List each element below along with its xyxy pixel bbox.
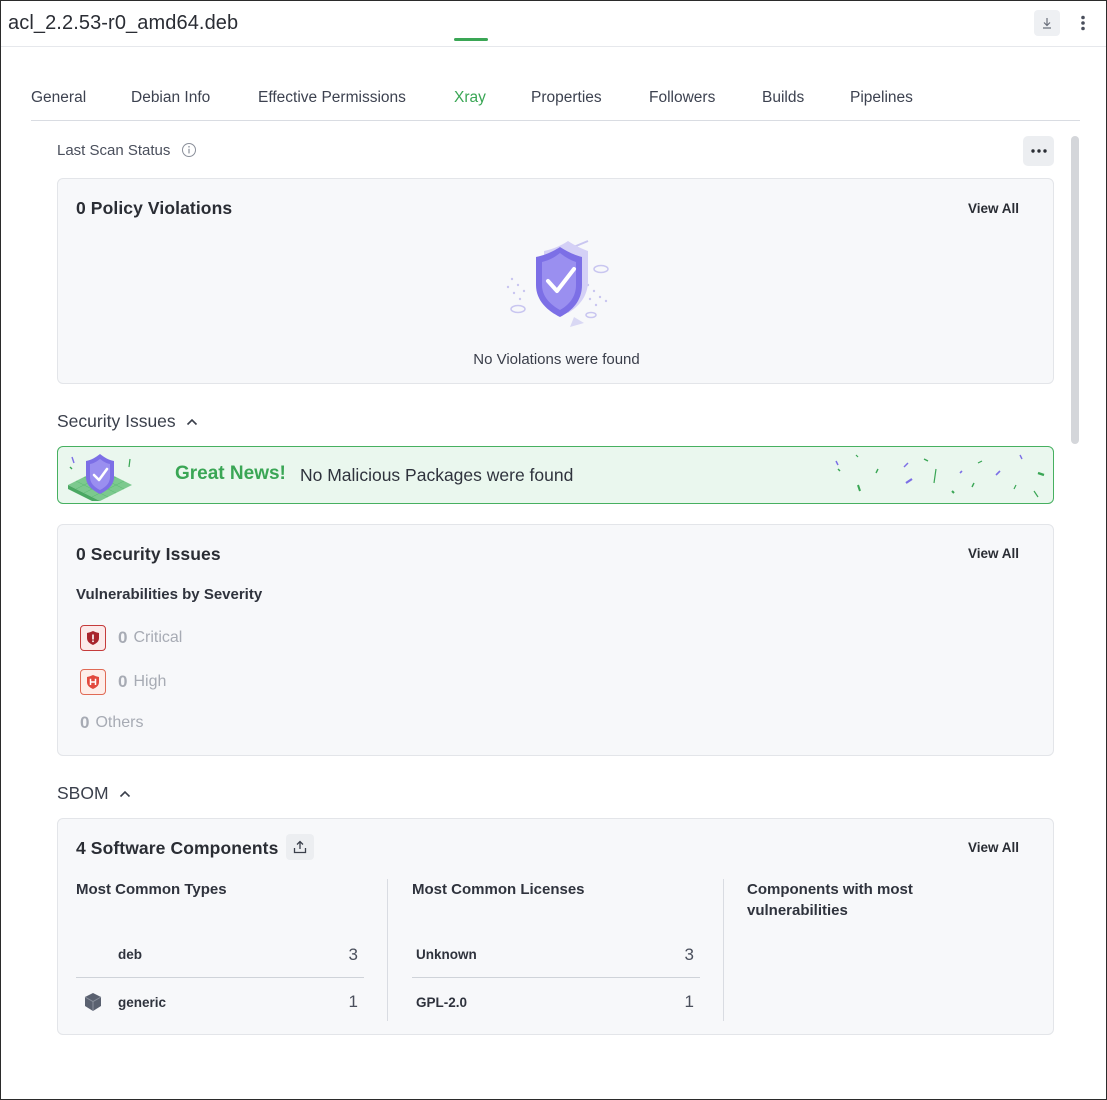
upload-icon [293, 840, 307, 854]
vulnerable-components-column: Components with most vulnerabilities [747, 879, 967, 921]
great-news-label: Great News! [175, 463, 286, 484]
vulnerabilities-by-severity-heading: Vulnerabilities by Severity [76, 586, 263, 603]
sbom-section-toggle[interactable]: SBOM [57, 783, 131, 804]
policy-violations-card: 0 Policy Violations View All No Violatio… [57, 178, 1054, 384]
tab-pipelines[interactable]: Pipelines [850, 89, 913, 107]
violations-view-all-link[interactable]: View All [968, 201, 1019, 216]
high-shield-icon [80, 669, 106, 695]
license-row[interactable]: GPL-2.0 1 [412, 979, 700, 1025]
others-count: 0 [80, 713, 90, 732]
type-row[interactable]: deb 3 [76, 932, 364, 978]
export-button[interactable] [286, 834, 314, 860]
severity-others-row: 0 Others [80, 713, 143, 733]
most-common-licenses-column: Most Common Licenses Unknown 3 GPL-2.0 1 [412, 879, 722, 1011]
artifact-panel: acl_2.2.53-r0_amd64.deb General Debian I… [0, 0, 1107, 1100]
shield-check-illustration [506, 240, 609, 327]
license-row[interactable]: Unknown 3 [412, 932, 700, 978]
software-components-title: 4 Software Components [76, 838, 279, 858]
column-divider [387, 879, 388, 1021]
type-label: deb [118, 947, 143, 962]
package-cube-icon [84, 993, 102, 1011]
kebab-icon [1081, 15, 1085, 31]
shield-box-illustration [68, 454, 132, 501]
last-scan-status-label: Last Scan Status [57, 142, 171, 159]
type-count: 3 [348, 944, 358, 964]
license-count: 1 [684, 992, 694, 1011]
more-options-button[interactable] [1070, 10, 1096, 36]
scrollbar-thumb[interactable] [1071, 136, 1079, 444]
title-bar: acl_2.2.53-r0_amd64.deb [1, 1, 1106, 47]
critical-count: 0 [118, 628, 128, 647]
security-issues-card: 0 Security Issues View All Vulnerabiliti… [57, 524, 1054, 756]
info-icon[interactable] [181, 142, 197, 158]
type-label: generic [118, 994, 167, 1010]
tab-properties[interactable]: Properties [531, 89, 602, 107]
critical-label: Critical [133, 629, 183, 646]
severity-high-row: 0 High [80, 669, 166, 695]
scan-actions-button[interactable] [1023, 136, 1054, 166]
column-divider [723, 879, 724, 1021]
malicious-packages-banner: Great News! No Malicious Packages were f… [57, 446, 1054, 504]
more-horizontal-icon [1030, 149, 1047, 153]
high-label: High [133, 673, 167, 690]
others-label: Others [95, 714, 144, 731]
download-button[interactable] [1034, 10, 1060, 36]
license-label: Unknown [416, 947, 477, 962]
sbom-heading: SBOM [57, 783, 109, 803]
type-row[interactable]: generic 1 [76, 979, 364, 1025]
components-with-most-vulnerabilities-heading: Components with most vulnerabilities [747, 881, 913, 919]
tab-general[interactable]: General [31, 89, 86, 107]
most-common-licenses-heading: Most Common Licenses [412, 881, 585, 898]
confetti-decoration [835, 454, 1045, 498]
most-common-types-heading: Most Common Types [76, 881, 227, 898]
sbom-view-all-link[interactable]: View All [968, 840, 1019, 855]
tab-bar: General Debian Info Effective Permission… [31, 79, 1080, 121]
tab-effective-permissions[interactable]: Effective Permissions [258, 89, 406, 107]
policy-violations-title: 0 Policy Violations [76, 198, 233, 218]
security-issues-title: 0 Security Issues [76, 544, 221, 564]
artifact-title: acl_2.2.53-r0_amd64.deb [8, 12, 239, 34]
active-tab-indicator [454, 38, 488, 41]
software-components-card: 4 Software Components View All Most Comm… [57, 818, 1054, 1035]
no-violations-message: No Violations were found [473, 351, 640, 368]
license-count: 3 [684, 944, 694, 964]
security-issues-section-toggle[interactable]: Security Issues [57, 411, 198, 432]
tab-builds[interactable]: Builds [762, 89, 804, 107]
most-common-types-column: Most Common Types deb 3 generic 1 [76, 879, 386, 1011]
no-malicious-packages-text: No Malicious Packages were found [300, 465, 574, 485]
chevron-up-icon [119, 790, 130, 797]
chevron-up-icon [186, 418, 197, 425]
tab-followers[interactable]: Followers [649, 89, 715, 107]
tab-xray[interactable]: Xray [454, 89, 486, 107]
license-label: GPL-2.0 [416, 994, 468, 1010]
type-count: 1 [348, 992, 358, 1011]
high-count: 0 [118, 672, 128, 691]
critical-shield-icon [80, 625, 106, 651]
security-view-all-link[interactable]: View All [968, 546, 1019, 561]
download-icon [1043, 18, 1051, 29]
tab-debian-info[interactable]: Debian Info [131, 89, 210, 107]
security-issues-heading: Security Issues [57, 411, 176, 431]
severity-critical-row: 0 Critical [80, 625, 182, 651]
